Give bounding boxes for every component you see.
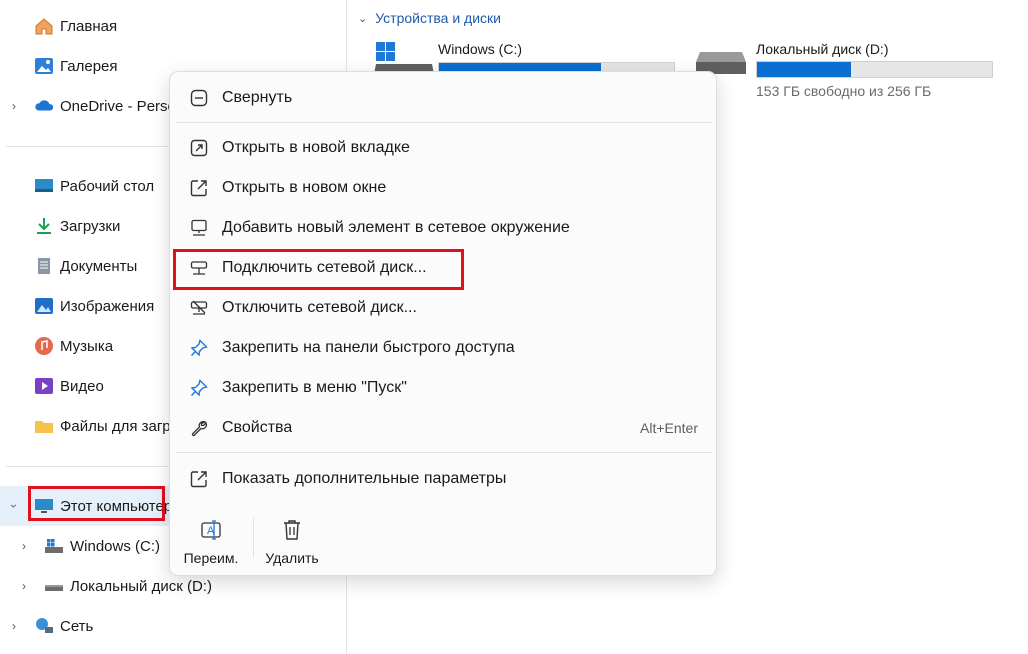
drive-c-icon [44, 536, 64, 556]
sidebar-item-home[interactable]: Главная [0, 8, 347, 44]
add-network-location-icon [188, 217, 210, 239]
sidebar-item-label: Локальный диск (D:) [70, 577, 212, 595]
sidebar-item-label: Музыка [60, 337, 114, 355]
context-menu: Свернуть Открыть в новой вкладке Открыть… [169, 71, 717, 576]
menu-item-label: Показать дополнительные параметры [222, 470, 507, 487]
menu-item-disconnect-network-drive[interactable]: Отключить сетевой диск... [178, 290, 710, 326]
section-header-devices[interactable]: ⌄ Устройства и диски [358, 10, 501, 26]
sidebar-item-label: Главная [60, 17, 118, 35]
drive-usage-fill [757, 62, 851, 77]
menu-item-pin-quick-access[interactable]: Закрепить на панели быстрого доступа [178, 330, 710, 366]
drive-icon [44, 576, 64, 596]
rename-button[interactable]: A Переим. [175, 510, 247, 570]
onedrive-icon [34, 96, 54, 116]
menu-divider [176, 122, 712, 123]
drive-usage-bar [756, 61, 993, 78]
disconnect-network-drive-icon [188, 297, 210, 319]
menu-item-label: Закрепить в меню "Пуск" [222, 379, 407, 396]
drive-name: Локальный диск (D:) [756, 41, 889, 57]
menu-item-label: Закрепить на панели быстрого доступа [222, 339, 515, 356]
menu-item-label: Открыть в новом окне [222, 179, 387, 196]
collapse-icon [188, 87, 210, 109]
sidebar-item-label: Видео [60, 377, 104, 395]
sidebar-item-label: Рабочий стол [60, 177, 155, 195]
home-icon [34, 16, 54, 36]
menu-item-label: Свойства [222, 419, 293, 436]
delete-icon [278, 516, 306, 544]
menu-item-label: Отключить сетевой диск... [222, 299, 417, 316]
sidebar-item-label: Изображения [60, 297, 155, 315]
highlight-frame [173, 249, 464, 290]
delete-button[interactable]: Удалить [256, 510, 328, 570]
drive-name: Windows (C:) [438, 41, 523, 57]
desktop-icon [34, 176, 54, 196]
rename-label: Переим. [183, 550, 239, 566]
menu-item-label: Открыть в новой вкладке [222, 139, 410, 156]
gallery-icon [34, 56, 54, 76]
menu-item-properties[interactable]: Свойства Alt+Enter [178, 410, 710, 446]
section-title: Устройства и диски [375, 10, 501, 26]
drive-tile-d[interactable]: Локальный диск (D:) 153 ГБ свободно из 2… [694, 40, 994, 102]
pin-icon [188, 337, 210, 359]
menu-item-more-options[interactable]: Показать дополнительные параметры [178, 461, 710, 497]
rename-icon: A [197, 516, 225, 544]
menu-item-collapse[interactable]: Свернуть [178, 80, 710, 116]
sidebar-item-label: Галерея [60, 57, 118, 75]
sidebar-item-label: Windows (C:) [70, 537, 161, 555]
highlight-frame [28, 486, 165, 521]
network-icon [34, 616, 54, 636]
delete-label: Удалить [265, 550, 319, 566]
folder-icon [34, 416, 54, 436]
music-icon [34, 336, 54, 356]
menu-item-shortcut: Alt+Enter [640, 420, 698, 436]
pin-start-icon [188, 377, 210, 399]
sidebar-item-label: Сеть [60, 617, 94, 635]
menu-item-label: Свернуть [222, 89, 293, 106]
documents-icon [34, 256, 54, 276]
videos-icon [34, 376, 54, 396]
sidebar-item-label: Загрузки [60, 217, 121, 235]
open-new-tab-icon [188, 137, 210, 159]
more-options-icon [188, 468, 210, 490]
menu-item-pin-start[interactable]: Закрепить в меню "Пуск" [178, 370, 710, 406]
sidebar-item-label: Документы [60, 257, 138, 275]
pictures-icon [34, 296, 54, 316]
menu-item-label: Добавить новый элемент в сетевое окружен… [222, 219, 570, 236]
chevron-down-icon: ⌄ [358, 12, 368, 25]
quick-actions-divider [253, 518, 254, 558]
menu-item-open-new-window[interactable]: Открыть в новом окне [178, 170, 710, 206]
drive-free-space: 153 ГБ свободно из 256 ГБ [756, 83, 932, 99]
sidebar-item-network[interactable]: Сеть [0, 608, 347, 644]
menu-item-add-network-location[interactable]: Добавить новый элемент в сетевое окружен… [178, 210, 710, 246]
menu-item-open-new-tab[interactable]: Открыть в новой вкладке [178, 130, 710, 166]
menu-divider [176, 452, 712, 453]
open-new-window-icon [188, 177, 210, 199]
properties-icon [188, 417, 210, 439]
downloads-icon [34, 216, 54, 236]
